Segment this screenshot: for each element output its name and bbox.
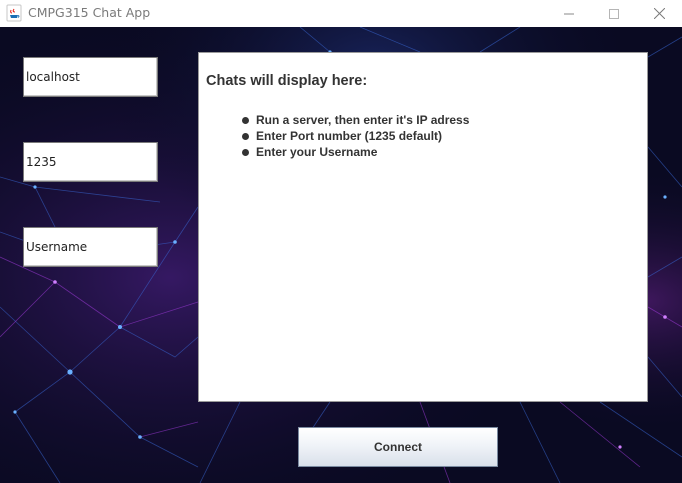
close-button[interactable] (636, 0, 682, 27)
maximize-button[interactable] (591, 0, 637, 27)
maximize-icon (609, 8, 619, 19)
chat-display-panel[interactable]: Chats will display here: Run a server, t… (198, 52, 648, 402)
chat-heading: Chats will display here: (206, 73, 368, 89)
port-input[interactable]: 1235 (23, 142, 158, 182)
minimize-button[interactable] (546, 0, 592, 27)
instruction-item: Enter your Username (242, 144, 469, 160)
instruction-item: Enter Port number (1235 default) (242, 128, 469, 144)
bullet-icon (242, 132, 249, 140)
host-input-value: localhost (26, 70, 80, 84)
instruction-item: Run a server, then enter it's IP adress (242, 112, 469, 128)
host-input[interactable]: localhost (23, 57, 158, 97)
instruction-text: Enter Port number (1235 default) (256, 129, 443, 143)
instruction-list: Run a server, then enter it's IP adress … (242, 112, 469, 160)
title-bar: CMPG315 Chat App (0, 0, 682, 27)
username-input[interactable]: Username (23, 227, 158, 267)
app-content: localhost 1235 Username Chats will displ… (0, 27, 682, 483)
bullet-icon (242, 116, 249, 124)
connect-button[interactable]: Connect (298, 427, 498, 467)
instruction-text: Run a server, then enter it's IP adress (256, 113, 470, 127)
bullet-icon (242, 148, 249, 156)
close-icon (653, 8, 665, 19)
window-title: CMPG315 Chat App (28, 5, 151, 20)
username-input-value: Username (26, 240, 88, 254)
java-cup-icon (6, 4, 22, 22)
minimize-icon (564, 13, 574, 14)
connect-button-label: Connect (374, 440, 422, 454)
instruction-text: Enter your Username (256, 145, 378, 159)
port-input-value: 1235 (26, 155, 57, 169)
